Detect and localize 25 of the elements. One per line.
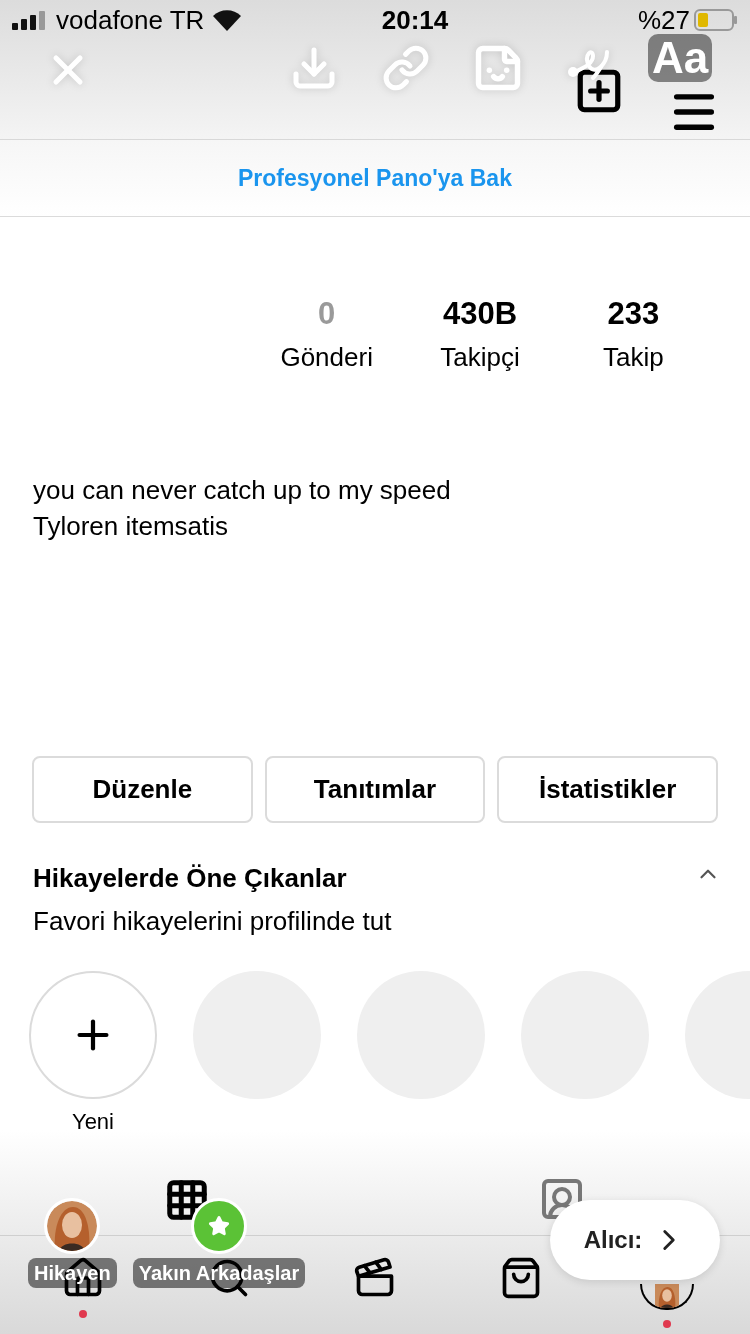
bio-line: Tyloren itemsatis xyxy=(33,510,230,543)
stat-value: 233 xyxy=(607,295,660,333)
text-tool-button[interactable]: Aa xyxy=(648,34,713,82)
bio-line: you can never catch up to my speed xyxy=(33,474,452,507)
stat-label[interactable]: Gönderi xyxy=(280,337,373,377)
clock: 20:14 xyxy=(380,3,450,37)
highlight-label: Yeni xyxy=(72,1108,114,1136)
carrier-name: vodafone TR xyxy=(56,3,205,37)
profile-action-button[interactable]: Düzenle xyxy=(32,756,253,823)
highlights-title: Hikayelerde Öne Çıkanlar xyxy=(33,862,348,895)
stat-value: 430B xyxy=(442,295,518,333)
profile-action-button[interactable]: İstatistikler xyxy=(497,756,718,823)
grid-icon[interactable] xyxy=(164,1177,210,1223)
profile-action-button[interactable]: Tanıtımlar xyxy=(264,756,486,823)
stat-label[interactable]: Takip xyxy=(602,337,664,377)
link-icon xyxy=(382,44,430,92)
highlights-subtitle: Favori hikayelerini profilinde tut xyxy=(33,905,392,938)
recipient-button[interactable]: Alıcı: xyxy=(550,1200,720,1280)
stat-label[interactable]: Takipçi xyxy=(440,337,520,377)
battery-icon xyxy=(694,8,738,32)
stat-value: 0 xyxy=(318,295,336,333)
profile-tab[interactable] xyxy=(640,1284,694,1310)
signal-icon xyxy=(12,10,48,30)
wifi-icon xyxy=(212,9,243,31)
battery-percent: %27 xyxy=(637,3,690,37)
